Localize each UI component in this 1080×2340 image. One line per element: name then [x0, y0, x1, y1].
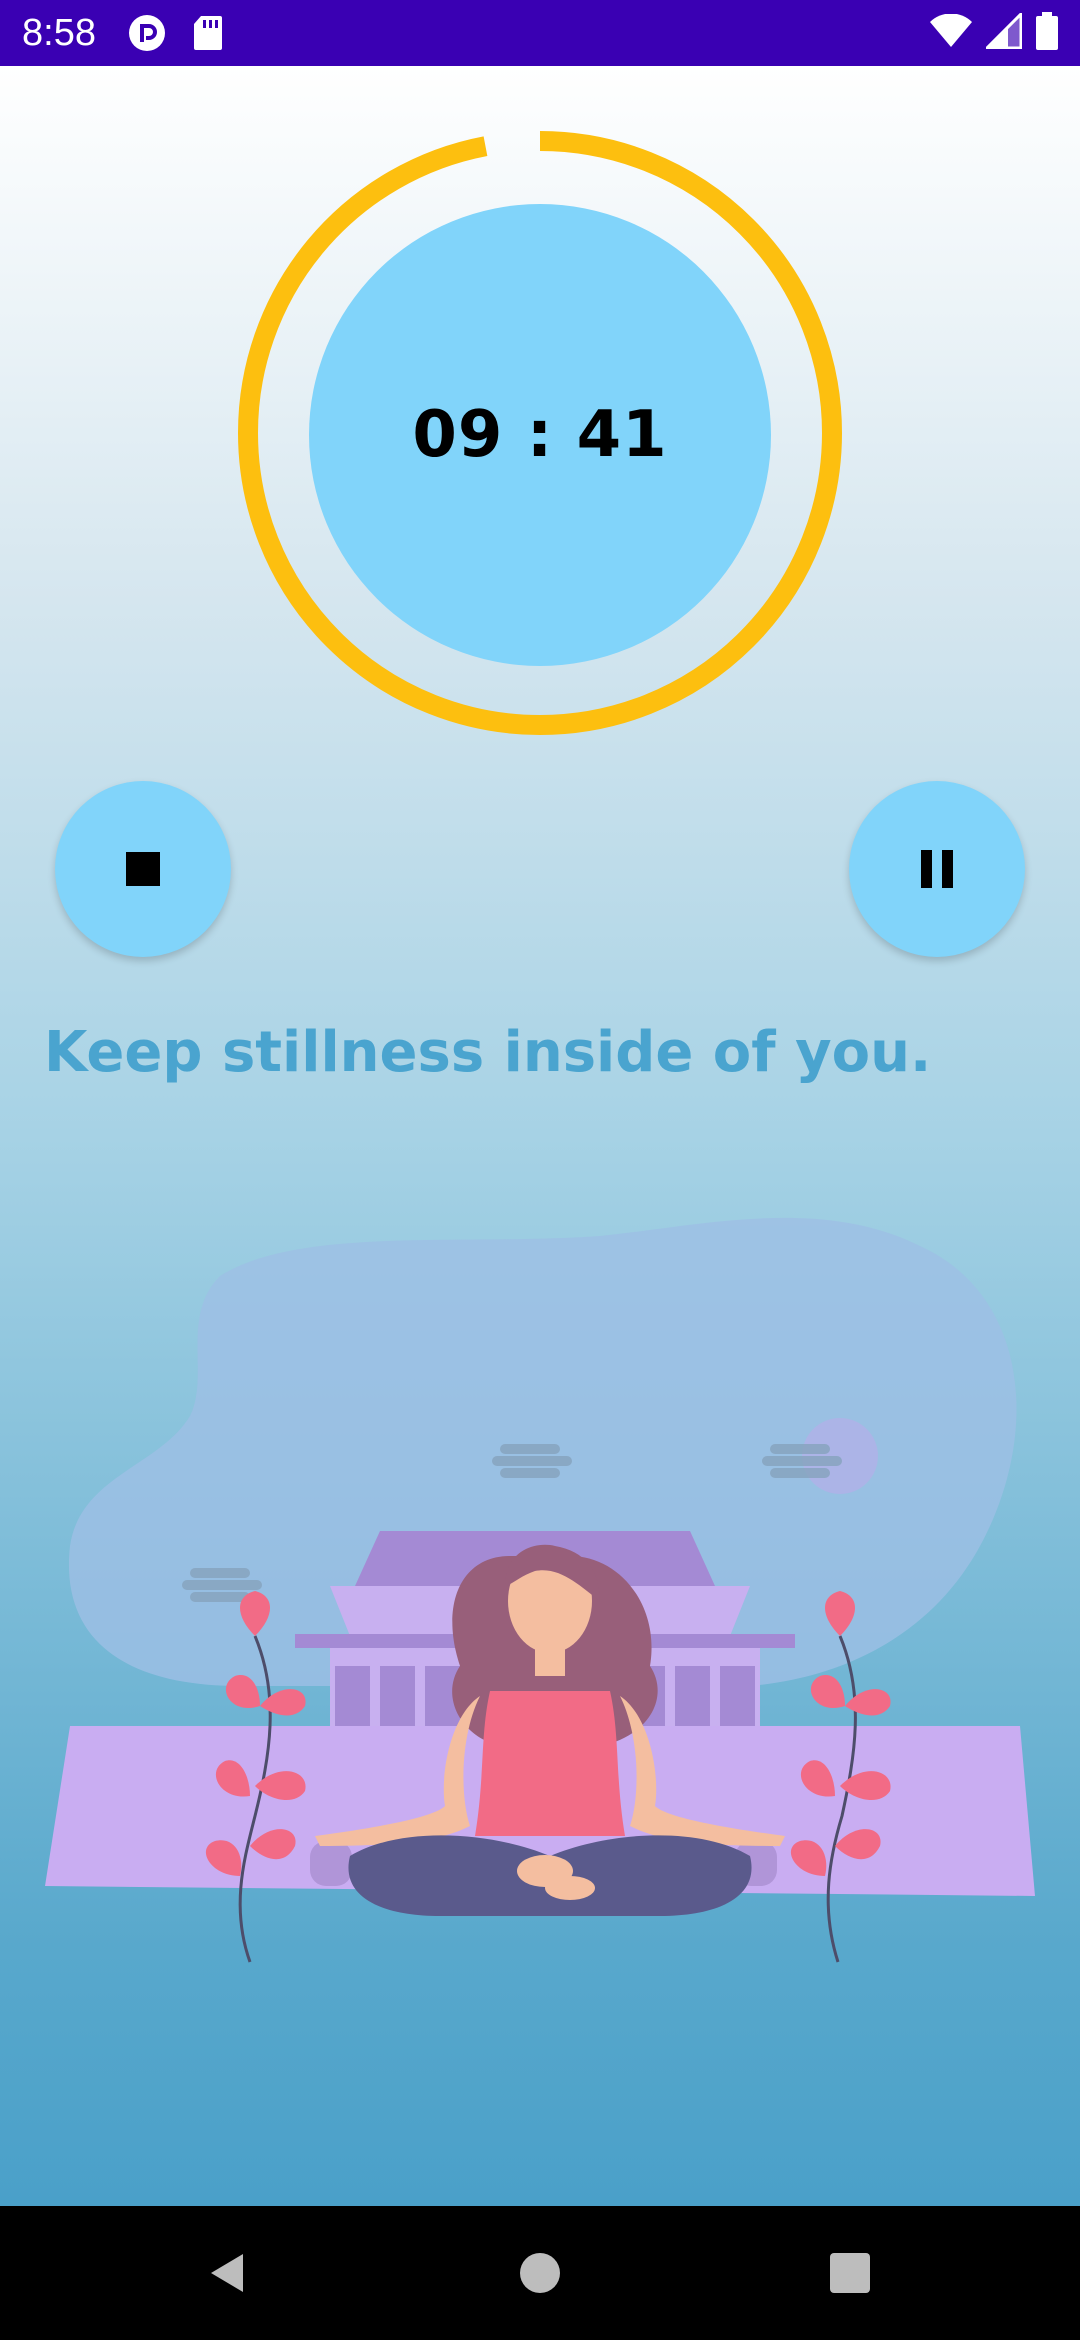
pause-icon — [921, 850, 953, 888]
battery-icon — [1036, 11, 1058, 55]
wifi-icon — [930, 12, 972, 53]
home-button[interactable] — [503, 2236, 577, 2310]
timer-display: 09 : 41 — [412, 398, 668, 472]
back-triangle-icon — [211, 2254, 243, 2292]
pocket-casts-icon — [128, 14, 166, 57]
timer-face: 09 : 41 — [309, 204, 771, 666]
meditation-screen: 09 : 41 Keep stillness inside of you. — [0, 66, 1080, 2206]
status-bar: 8:58 — [0, 0, 1080, 66]
home-circle-icon — [520, 2253, 560, 2293]
quote-text: Keep stillness inside of you. — [44, 1020, 932, 1085]
status-icons — [930, 9, 1058, 55]
pause-button[interactable] — [849, 781, 1025, 957]
meditation-illustration — [45, 1217, 1035, 1963]
recents-button[interactable] — [813, 2236, 887, 2310]
stop-button[interactable] — [55, 781, 231, 957]
sd-card-icon — [192, 14, 224, 57]
navigation-bar — [0, 2206, 1080, 2340]
back-button[interactable] — [191, 2236, 265, 2310]
status-time: 8:58 — [22, 12, 96, 54]
stop-icon — [126, 852, 160, 886]
recents-square-icon — [830, 2253, 870, 2293]
cell-signal-icon — [983, 9, 1023, 54]
